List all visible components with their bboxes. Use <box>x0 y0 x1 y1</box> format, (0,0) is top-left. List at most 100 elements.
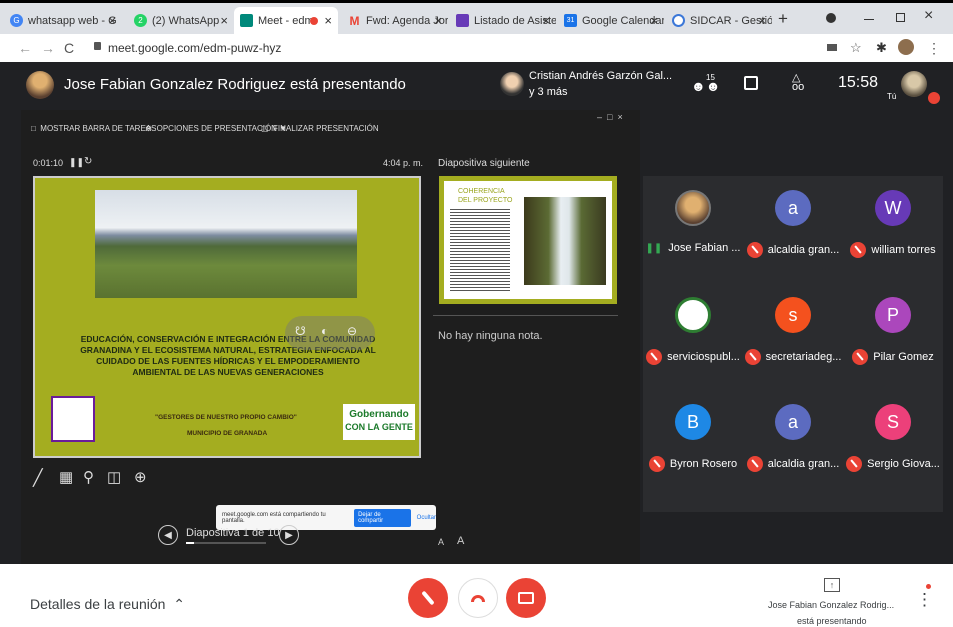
tab-favicon: 2 <box>134 14 147 27</box>
next-slide-title-line: DEL PROYECTO <box>458 197 513 204</box>
present-now-icon[interactable]: ↑ <box>824 578 840 592</box>
end-presentation-button[interactable]: ▢ FINALIZAR PRESENTACIÓN <box>261 124 379 133</box>
show-taskbar-button[interactable]: □ MOSTRAR BARRA DE TAREAS <box>31 124 156 133</box>
viewer-avatar <box>500 72 524 96</box>
increase-font-button[interactable]: A <box>457 535 464 547</box>
close-tab-icon[interactable]: × <box>324 13 332 28</box>
gobernando-logo: Gobernando CON LA GENTE <box>343 404 415 440</box>
mic-off-icon <box>850 242 867 258</box>
pin-icon[interactable]: ☋ <box>295 324 306 338</box>
browser-tab-active[interactable]: Meet - edm- × <box>234 7 338 34</box>
browser-tab[interactable]: M Fwd: Agenda Jor × <box>342 7 449 34</box>
close-tab-icon[interactable]: × <box>650 13 658 28</box>
prev-slide-button[interactable]: ◀ <box>158 525 178 545</box>
next-slide-title-line: COHERENCIA <box>458 188 505 195</box>
close-window-icon[interactable]: × <box>924 7 933 25</box>
address-bar: ← → C meet.google.com/edm-puwz-hyz ☆ ✱ ⋮ <box>0 34 953 62</box>
cast-icon[interactable] <box>827 44 837 51</box>
new-tab-button[interactable]: + <box>778 9 788 29</box>
browser-tab[interactable]: G whatsapp web - G × <box>4 7 122 34</box>
current-slide: EDUCACIÓN, CONSERVACIÓN E INTEGRACIÓN EN… <box>33 176 421 458</box>
more-options-icon[interactable]: ⊕ <box>134 468 147 486</box>
zoom-icon[interactable]: ⚲ <box>83 468 94 486</box>
participant-tile[interactable]: S Sergio Giova... <box>843 390 943 495</box>
browser-tab[interactable]: SIDCAR - Gestión × <box>666 7 772 34</box>
participant-tile[interactable]: serviciospubl... <box>643 283 743 388</box>
reset-timer-icon[interactable]: ↻ <box>84 156 92 167</box>
browser-tab[interactable]: 31 Google Calendar × <box>558 7 664 34</box>
next-slide-label: Diapositiva siguiente <box>438 158 530 169</box>
screen-icon[interactable]: ◫ <box>107 468 121 486</box>
close-tab-icon[interactable]: × <box>758 13 766 28</box>
participant-name: serviciospubl... <box>667 351 740 363</box>
next-slide-title: COHERENCIA DEL PROYECTO <box>458 187 512 205</box>
presenting-name: Jose Fabian Gonzalez Rodrig... <box>768 600 895 610</box>
browser-tab[interactable]: 2 (2) WhatsApp × <box>128 7 234 34</box>
participant-tile[interactable]: P Pilar Gomez <box>843 283 943 388</box>
extensions-icon[interactable]: ✱ <box>876 40 887 56</box>
decrease-font-button[interactable]: A <box>438 537 444 547</box>
minimize-icon[interactable] <box>864 19 874 20</box>
meeting-details-label: Detalles de la reunión <box>30 596 166 612</box>
pen-icon[interactable]: ╱ <box>33 468 43 488</box>
mute-icon[interactable]: ◐ <box>321 324 328 338</box>
mic-off-icon <box>746 242 763 258</box>
show-taskbar-label: MOSTRAR BARRA DE TAREAS <box>40 124 157 133</box>
presentation-area: □ MOSTRAR BARRA DE TAREAS ⚙ OPCIONES DE … <box>21 110 640 564</box>
close-tab-icon[interactable]: × <box>108 13 116 28</box>
participant-tile[interactable]: s secretariadeg... <box>743 283 843 388</box>
slide-counter: Diapositiva 1 de 10 <box>186 527 280 539</box>
meet-bottom-bar: Detalles de la reunión ⌃ ↑ Jose Fabian G… <box>0 564 953 627</box>
url-field[interactable]: meet.google.com/edm-puwz-hyz <box>108 41 281 55</box>
next-slide-body-text <box>450 209 510 291</box>
forward-icon[interactable]: → <box>41 40 55 56</box>
back-icon[interactable]: ← <box>18 40 32 56</box>
meeting-details-button[interactable]: Detalles de la reunión ⌃ <box>30 596 185 613</box>
participant-tile[interactable]: ❚❚ Jose Fabian ... <box>643 176 743 281</box>
browser-tab[interactable]: Listado de Asiste × <box>450 7 556 34</box>
star-icon[interactable]: ☆ <box>850 40 862 56</box>
participant-name: Pilar Gomez <box>873 351 934 363</box>
mic-off-icon <box>746 456 763 472</box>
avatar[interactable] <box>898 39 914 55</box>
close-tab-icon[interactable]: × <box>220 13 228 28</box>
mic-off-icon <box>852 349 869 365</box>
slide-landscape-photo <box>95 190 357 298</box>
next-slide-button[interactable]: ▶ <box>279 525 299 545</box>
tab-favicon: G <box>10 14 23 27</box>
grid-icon[interactable]: ▦ <box>59 468 73 486</box>
remove-icon[interactable]: ⊖ <box>347 324 357 338</box>
pause-icon[interactable]: ❚❚ <box>69 157 84 168</box>
participant-avatar: a <box>775 190 811 226</box>
camera-off-button[interactable] <box>506 578 546 618</box>
profile-icon[interactable] <box>826 13 836 23</box>
participant-tile[interactable]: W william torres <box>843 176 943 281</box>
lock-icon <box>94 42 101 50</box>
chat-icon[interactable] <box>744 76 758 90</box>
stop-sharing-button[interactable]: Dejar de compartir <box>354 508 411 527</box>
slide-municipality: MUNICIPIO DE GRANADA <box>187 430 268 437</box>
participants-grid: ❚❚ Jose Fabian ... a alcaldia gran... W w… <box>643 176 943 512</box>
activities-icon[interactable]: △ oo <box>792 73 804 93</box>
notes-divider <box>433 315 618 316</box>
window-controls[interactable]: – □ × <box>597 112 623 122</box>
menu-icon[interactable]: ⋮ <box>927 40 941 57</box>
end-presentation-label: FINALIZAR PRESENTACIÓN <box>273 124 379 133</box>
browser-tab-bar: G whatsapp web - G × 2 (2) WhatsApp × Me… <box>0 0 953 34</box>
restore-icon[interactable] <box>896 13 905 22</box>
municipal-seal <box>51 396 95 442</box>
leave-call-button[interactable] <box>458 578 498 618</box>
more-options-icon[interactable]: ⋮ <box>916 590 933 610</box>
participant-tile[interactable]: a alcaldia gran... <box>743 390 843 495</box>
microphone-off-button[interactable] <box>408 578 448 618</box>
hide-button[interactable]: Ocultar <box>417 515 436 521</box>
reload-icon[interactable]: C <box>64 40 74 56</box>
close-tab-icon[interactable]: × <box>542 13 550 28</box>
participant-avatar <box>675 297 711 333</box>
share-banner-text: meet.google.com está compartiendo tu pan… <box>222 511 326 524</box>
participant-tile[interactable]: a alcaldia gran... <box>743 176 843 281</box>
participant-tile[interactable]: B Byron Rosero <box>643 390 743 495</box>
self-avatar <box>901 71 927 97</box>
meet-top-bar: Jose Fabian Gonzalez Rodriguez está pres… <box>0 62 953 108</box>
close-tab-icon[interactable]: × <box>434 13 442 28</box>
